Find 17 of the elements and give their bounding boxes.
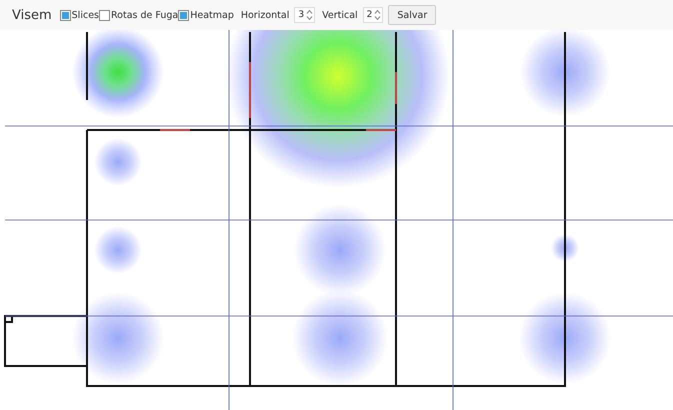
spinner-label: Vertical bbox=[322, 10, 358, 20]
number-field[interactable]: 2 bbox=[362, 7, 384, 23]
checkbox[interactable] bbox=[60, 10, 71, 20]
heat-spot bbox=[94, 138, 142, 186]
checkbox-label: Slices bbox=[72, 10, 99, 20]
checkbox[interactable] bbox=[98, 10, 110, 20]
save-button[interactable]: Salvar bbox=[388, 5, 436, 25]
spin-arrows-icon bbox=[374, 9, 382, 21]
checkbox[interactable] bbox=[178, 10, 190, 20]
spinner-label: Horizontal bbox=[240, 10, 290, 20]
checkbox-label: Heatmap bbox=[190, 10, 234, 20]
app-title: Visem bbox=[12, 8, 52, 22]
heat-spot bbox=[551, 234, 579, 262]
spin-arrows-icon bbox=[306, 9, 314, 21]
checkbox-label: Rotas de Fuga bbox=[110, 10, 178, 20]
heat-spot bbox=[94, 226, 142, 274]
number-field[interactable]: 3 bbox=[294, 7, 316, 23]
